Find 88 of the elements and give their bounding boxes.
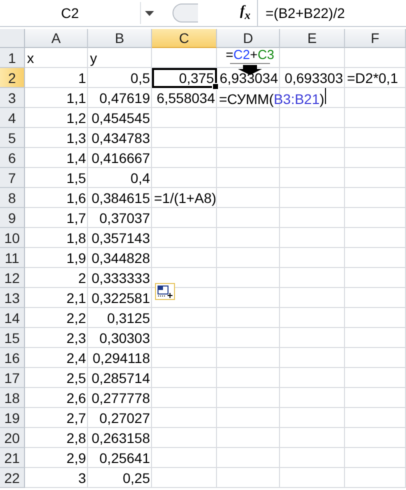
table-cell[interactable]: 2,8 (25, 428, 88, 448)
row-header[interactable]: 16 (0, 348, 25, 368)
row-header[interactable]: 17 (0, 368, 25, 388)
table-cell[interactable]: 0,434783 (88, 128, 152, 148)
name-box[interactable]: C2 (0, 2, 141, 24)
row-header[interactable]: 18 (0, 388, 25, 408)
table-cell[interactable]: 2 (25, 268, 88, 288)
column-header[interactable]: F (345, 29, 406, 48)
row-header[interactable]: 21 (0, 448, 25, 468)
table-cell[interactable]: 0,5 (88, 68, 152, 88)
table-cell[interactable]: 0,285714 (88, 368, 152, 388)
table-cell[interactable]: =D2*0,1 (345, 68, 406, 88)
row-header[interactable]: 22 (0, 468, 25, 488)
row-header[interactable]: 8 (0, 188, 25, 208)
table-cell[interactable]: x (25, 48, 88, 68)
table-cell[interactable]: 6,558034 (152, 88, 217, 108)
caret-icon[interactable] (145, 10, 154, 16)
column-header[interactable]: E (280, 29, 345, 48)
table-cell[interactable]: 0,3125 (88, 308, 152, 328)
row-header[interactable]: 1 (0, 48, 25, 68)
row-header[interactable]: 14 (0, 308, 25, 328)
column-header[interactable]: C (152, 29, 217, 48)
table-cell[interactable]: 0,333333 (88, 268, 152, 288)
table-cell[interactable]: 1,3 (25, 128, 88, 148)
active-cell[interactable]: 0,375 (152, 68, 217, 88)
table-cell[interactable]: 1,4 (25, 148, 88, 168)
table-cell[interactable]: 0,25 (88, 468, 152, 488)
cell-editor[interactable]: =СУММ(B3:B21) (219, 88, 326, 107)
row-header[interactable]: 6 (0, 148, 25, 168)
table-cell[interactable]: 0,47619 (88, 88, 152, 108)
table-cell[interactable]: 0,344828 (88, 248, 152, 268)
table-cell[interactable]: 0,322581 (88, 288, 152, 308)
column-header[interactable]: B (88, 29, 152, 48)
table-cell[interactable]: 1,9 (25, 248, 88, 268)
table-cell[interactable]: 0,277778 (88, 388, 152, 408)
column-header[interactable]: A (25, 29, 88, 48)
row-header[interactable]: 20 (0, 428, 25, 448)
table-cell[interactable]: 6,933034 (217, 68, 280, 88)
table-cell[interactable]: 2,3 (25, 328, 88, 348)
table-cell[interactable]: 1,5 (25, 168, 88, 188)
row-header[interactable]: 4 (0, 108, 25, 128)
table-cell[interactable]: 0,4 (88, 168, 152, 188)
table-cell[interactable]: 0,30303 (88, 328, 152, 348)
row-header[interactable]: 10 (0, 228, 25, 248)
table-cell[interactable]: 1 (25, 68, 88, 88)
table-cell[interactable]: 0,454545 (88, 108, 152, 128)
table-cell[interactable]: 2,1 (25, 288, 88, 308)
insert-function-button[interactable]: f$_{x}$ (240, 4, 250, 22)
table-cell[interactable]: 0,384615 (88, 188, 152, 208)
table-cell[interactable]: 2,4 (25, 348, 88, 368)
row-header[interactable]: 9 (0, 208, 25, 228)
table-cell[interactable]: 0,693303 (280, 68, 345, 88)
table-cell[interactable]: 0,37037 (88, 208, 152, 228)
table-cell[interactable]: 0,416667 (88, 148, 152, 168)
formula-tooltip: =C2+C3 (224, 48, 276, 62)
table-cell[interactable]: 2,5 (25, 368, 88, 388)
table-cell[interactable]: y (88, 48, 152, 68)
row-header[interactable]: 7 (0, 168, 25, 188)
row-header[interactable]: 12 (0, 268, 25, 288)
row-header[interactable]: 13 (0, 288, 25, 308)
formula-field[interactable]: =(B2+B22)/2 (256, 0, 406, 26)
table-cell[interactable]: =1/(1+A8) (152, 188, 217, 208)
table-cell[interactable]: 1,6 (25, 188, 88, 208)
table-cell[interactable]: 1,8 (25, 228, 88, 248)
table-cell[interactable]: 0,25641 (88, 448, 152, 468)
row-header[interactable]: 3 (0, 88, 25, 108)
table-cell[interactable]: 0,294118 (88, 348, 152, 368)
table-cell[interactable]: 2,6 (25, 388, 88, 408)
table-cell[interactable]: 0,27027 (88, 408, 152, 428)
row-header[interactable]: 15 (0, 328, 25, 348)
table-cell[interactable]: 0,357143 (88, 228, 152, 248)
table-cell[interactable]: 3 (25, 468, 88, 488)
row-header[interactable]: 11 (0, 248, 25, 268)
splitter-handle-icon[interactable] (170, 3, 200, 23)
table-cell[interactable]: 1,1 (25, 88, 88, 108)
table-cell[interactable]: 0,263158 (88, 428, 152, 448)
table-cell[interactable]: 2,7 (25, 408, 88, 428)
column-header[interactable]: D (217, 29, 280, 48)
table-cell[interactable]: 2,2 (25, 308, 88, 328)
row-header[interactable]: 19 (0, 408, 25, 428)
down-arrow-icon (230, 63, 270, 75)
fill-handle[interactable] (212, 83, 219, 90)
paste-options-icon[interactable] (155, 283, 175, 300)
row-header[interactable]: 5 (0, 128, 25, 148)
row-header[interactable]: 2 (0, 68, 25, 88)
table-cell[interactable]: 1,7 (25, 208, 88, 228)
table-cell[interactable]: 2,9 (25, 448, 88, 468)
table-cell[interactable]: 1,2 (25, 108, 88, 128)
